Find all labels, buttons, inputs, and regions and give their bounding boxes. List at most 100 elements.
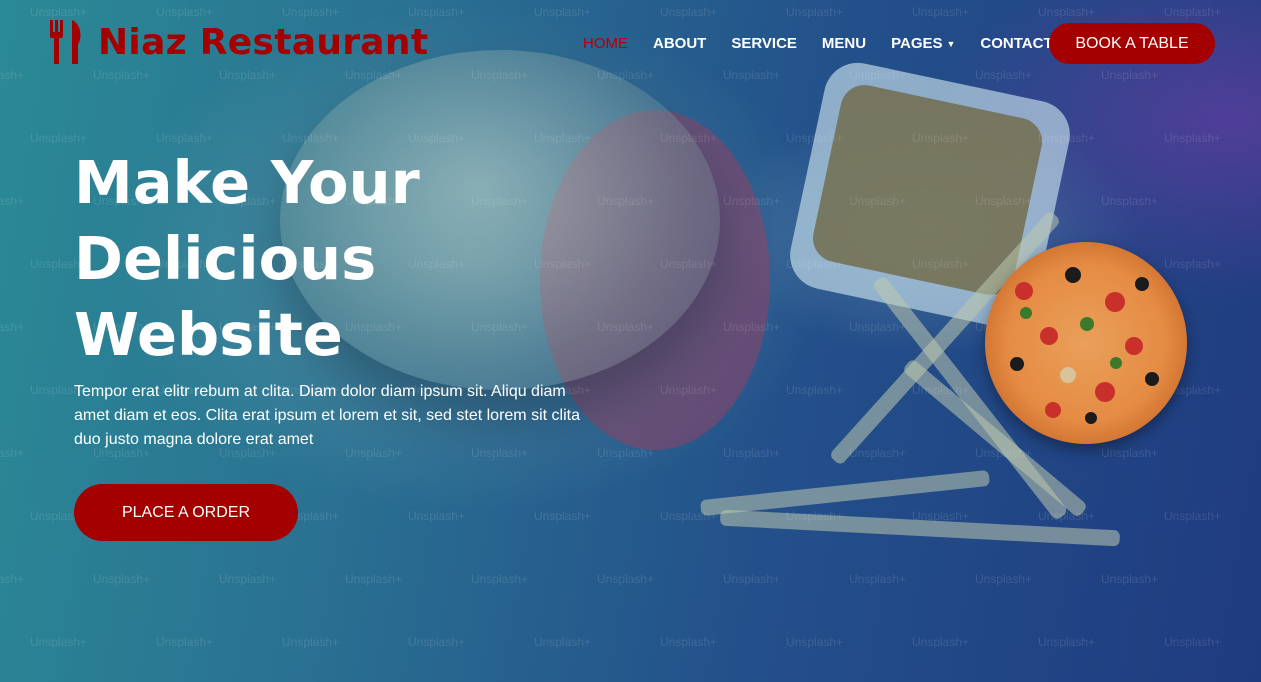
watermark-text: Unsplash+ bbox=[786, 509, 844, 523]
watermark-text: Unsplash+ bbox=[660, 131, 718, 145]
watermark-text: Unsplash+ bbox=[0, 446, 25, 460]
utensils-icon bbox=[50, 20, 81, 64]
place-order-button[interactable]: PLACE A ORDER bbox=[74, 484, 298, 541]
watermark-text: Unsplash+ bbox=[408, 509, 466, 523]
watermark-text: Unsplash+ bbox=[597, 68, 655, 82]
watermark-text: Unsplash+ bbox=[723, 68, 781, 82]
watermark-text: Unsplash+ bbox=[849, 68, 907, 82]
hero-title: Make Your Delicious Website bbox=[74, 145, 594, 373]
caret-down-icon: ▼ bbox=[946, 38, 956, 49]
watermark-text: Unsplash+ bbox=[534, 635, 592, 649]
watermark-text: Unsplash+ bbox=[723, 320, 781, 334]
watermark-text: Unsplash+ bbox=[408, 5, 466, 19]
watermark-text: Unsplash+ bbox=[1101, 194, 1159, 208]
watermark-text: Unsplash+ bbox=[660, 257, 718, 271]
nav-item-contact[interactable]: CONTACT bbox=[980, 35, 1052, 52]
watermark-text: Unsplash+ bbox=[912, 131, 970, 145]
watermark-text: Unsplash+ bbox=[660, 509, 718, 523]
watermark-text: Unsplash+ bbox=[534, 131, 592, 145]
watermark-text: Unsplash+ bbox=[975, 446, 1033, 460]
nav-item-menu[interactable]: MENU bbox=[822, 35, 866, 52]
watermark-text: Unsplash+ bbox=[1164, 257, 1222, 271]
main-nav: HOME ABOUT SERVICE MENU PAGES ▼ CONTACT bbox=[583, 35, 1053, 52]
watermark-text: Unsplash+ bbox=[1164, 131, 1222, 145]
watermark-text: Unsplash+ bbox=[1101, 68, 1159, 82]
watermark-text: Unsplash+ bbox=[471, 68, 529, 82]
watermark-text: Unsplash+ bbox=[1164, 635, 1222, 649]
watermark-text: Unsplash+ bbox=[534, 5, 592, 19]
watermark-text: Unsplash+ bbox=[219, 68, 277, 82]
hero-title-line: Website bbox=[74, 300, 343, 369]
watermark-text: Unsplash+ bbox=[219, 572, 277, 586]
watermark-text: Unsplash+ bbox=[30, 635, 88, 649]
watermark-text: Unsplash+ bbox=[408, 131, 466, 145]
watermark-text: Unsplash+ bbox=[1101, 572, 1159, 586]
watermark-text: Unsplash+ bbox=[786, 257, 844, 271]
nav-item-about[interactable]: ABOUT bbox=[653, 35, 706, 52]
watermark-text: Unsplash+ bbox=[1101, 446, 1159, 460]
watermark-text: Unsplash+ bbox=[786, 131, 844, 145]
watermark-text: Unsplash+ bbox=[0, 68, 25, 82]
watermark-text: Unsplash+ bbox=[975, 572, 1033, 586]
watermark-text: Unsplash+ bbox=[723, 572, 781, 586]
nav-item-service[interactable]: SERVICE bbox=[731, 35, 797, 52]
watermark-text: Unsplash+ bbox=[849, 320, 907, 334]
watermark-text: Unsplash+ bbox=[912, 635, 970, 649]
watermark-text: Unsplash+ bbox=[156, 635, 214, 649]
watermark-text: Unsplash+ bbox=[660, 635, 718, 649]
watermark-text: Unsplash+ bbox=[786, 383, 844, 397]
watermark-text: Unsplash+ bbox=[849, 446, 907, 460]
watermark-text: Unsplash+ bbox=[1038, 5, 1096, 19]
watermark-text: Unsplash+ bbox=[30, 131, 88, 145]
watermark-text: Unsplash+ bbox=[0, 194, 25, 208]
nav-item-pages-label: PAGES bbox=[891, 35, 943, 52]
watermark-text: Unsplash+ bbox=[282, 635, 340, 649]
watermark-text: Unsplash+ bbox=[849, 572, 907, 586]
watermark-text: Unsplash+ bbox=[534, 509, 592, 523]
watermark-text: Unsplash+ bbox=[1038, 131, 1096, 145]
watermark-text: Unsplash+ bbox=[912, 257, 970, 271]
watermark-text: Unsplash+ bbox=[723, 194, 781, 208]
watermark-text: Unsplash+ bbox=[1038, 509, 1096, 523]
watermark-text: Unsplash+ bbox=[30, 5, 88, 19]
watermark-text: Unsplash+ bbox=[156, 131, 214, 145]
watermark-text: Unsplash+ bbox=[975, 194, 1033, 208]
watermark-text: Unsplash+ bbox=[597, 320, 655, 334]
watermark-text: Unsplash+ bbox=[345, 572, 403, 586]
watermark-text: Unsplash+ bbox=[975, 68, 1033, 82]
watermark-text: Unsplash+ bbox=[345, 68, 403, 82]
watermark-text: Unsplash+ bbox=[1164, 5, 1222, 19]
watermark-text: Unsplash+ bbox=[912, 383, 970, 397]
hero-title-line: Make Your bbox=[74, 148, 420, 217]
watermark-text: Unsplash+ bbox=[786, 5, 844, 19]
watermark-text: Unsplash+ bbox=[1164, 509, 1222, 523]
watermark-text: Unsplash+ bbox=[93, 68, 151, 82]
watermark-text: Unsplash+ bbox=[660, 5, 718, 19]
watermark-text: Unsplash+ bbox=[471, 572, 529, 586]
watermark-text: Unsplash+ bbox=[282, 5, 340, 19]
watermark-text: Unsplash+ bbox=[912, 5, 970, 19]
brand-name: Niaz Restaurant bbox=[98, 21, 429, 63]
watermark-text: Unsplash+ bbox=[597, 194, 655, 208]
nav-item-pages[interactable]: PAGES ▼ bbox=[891, 35, 955, 52]
watermark-text: Unsplash+ bbox=[660, 383, 718, 397]
watermark-text: Unsplash+ bbox=[282, 131, 340, 145]
watermark-text: Unsplash+ bbox=[1038, 635, 1096, 649]
watermark-text: Unsplash+ bbox=[93, 572, 151, 586]
brand-logo[interactable]: Niaz Restaurant bbox=[48, 20, 428, 64]
hero-title-line: Delicious bbox=[74, 224, 377, 293]
watermark-text: Unsplash+ bbox=[597, 572, 655, 586]
book-table-button[interactable]: BOOK A TABLE bbox=[1049, 23, 1215, 64]
pizza-image bbox=[985, 242, 1187, 444]
watermark-text: Unsplash+ bbox=[408, 635, 466, 649]
watermark-text: Unsplash+ bbox=[849, 194, 907, 208]
watermark-text: Unsplash+ bbox=[786, 635, 844, 649]
watermark-text: Unsplash+ bbox=[912, 509, 970, 523]
watermark-text: Unsplash+ bbox=[156, 5, 214, 19]
watermark-text: Unsplash+ bbox=[723, 446, 781, 460]
watermark-text: Unsplash+ bbox=[0, 572, 25, 586]
watermark-text: Unsplash+ bbox=[0, 320, 25, 334]
hero-description: Tempor erat elitr rebum at clita. Diam d… bbox=[74, 383, 580, 448]
nav-item-home[interactable]: HOME bbox=[583, 35, 628, 52]
watermark-text: Unsplash+ bbox=[597, 446, 655, 460]
